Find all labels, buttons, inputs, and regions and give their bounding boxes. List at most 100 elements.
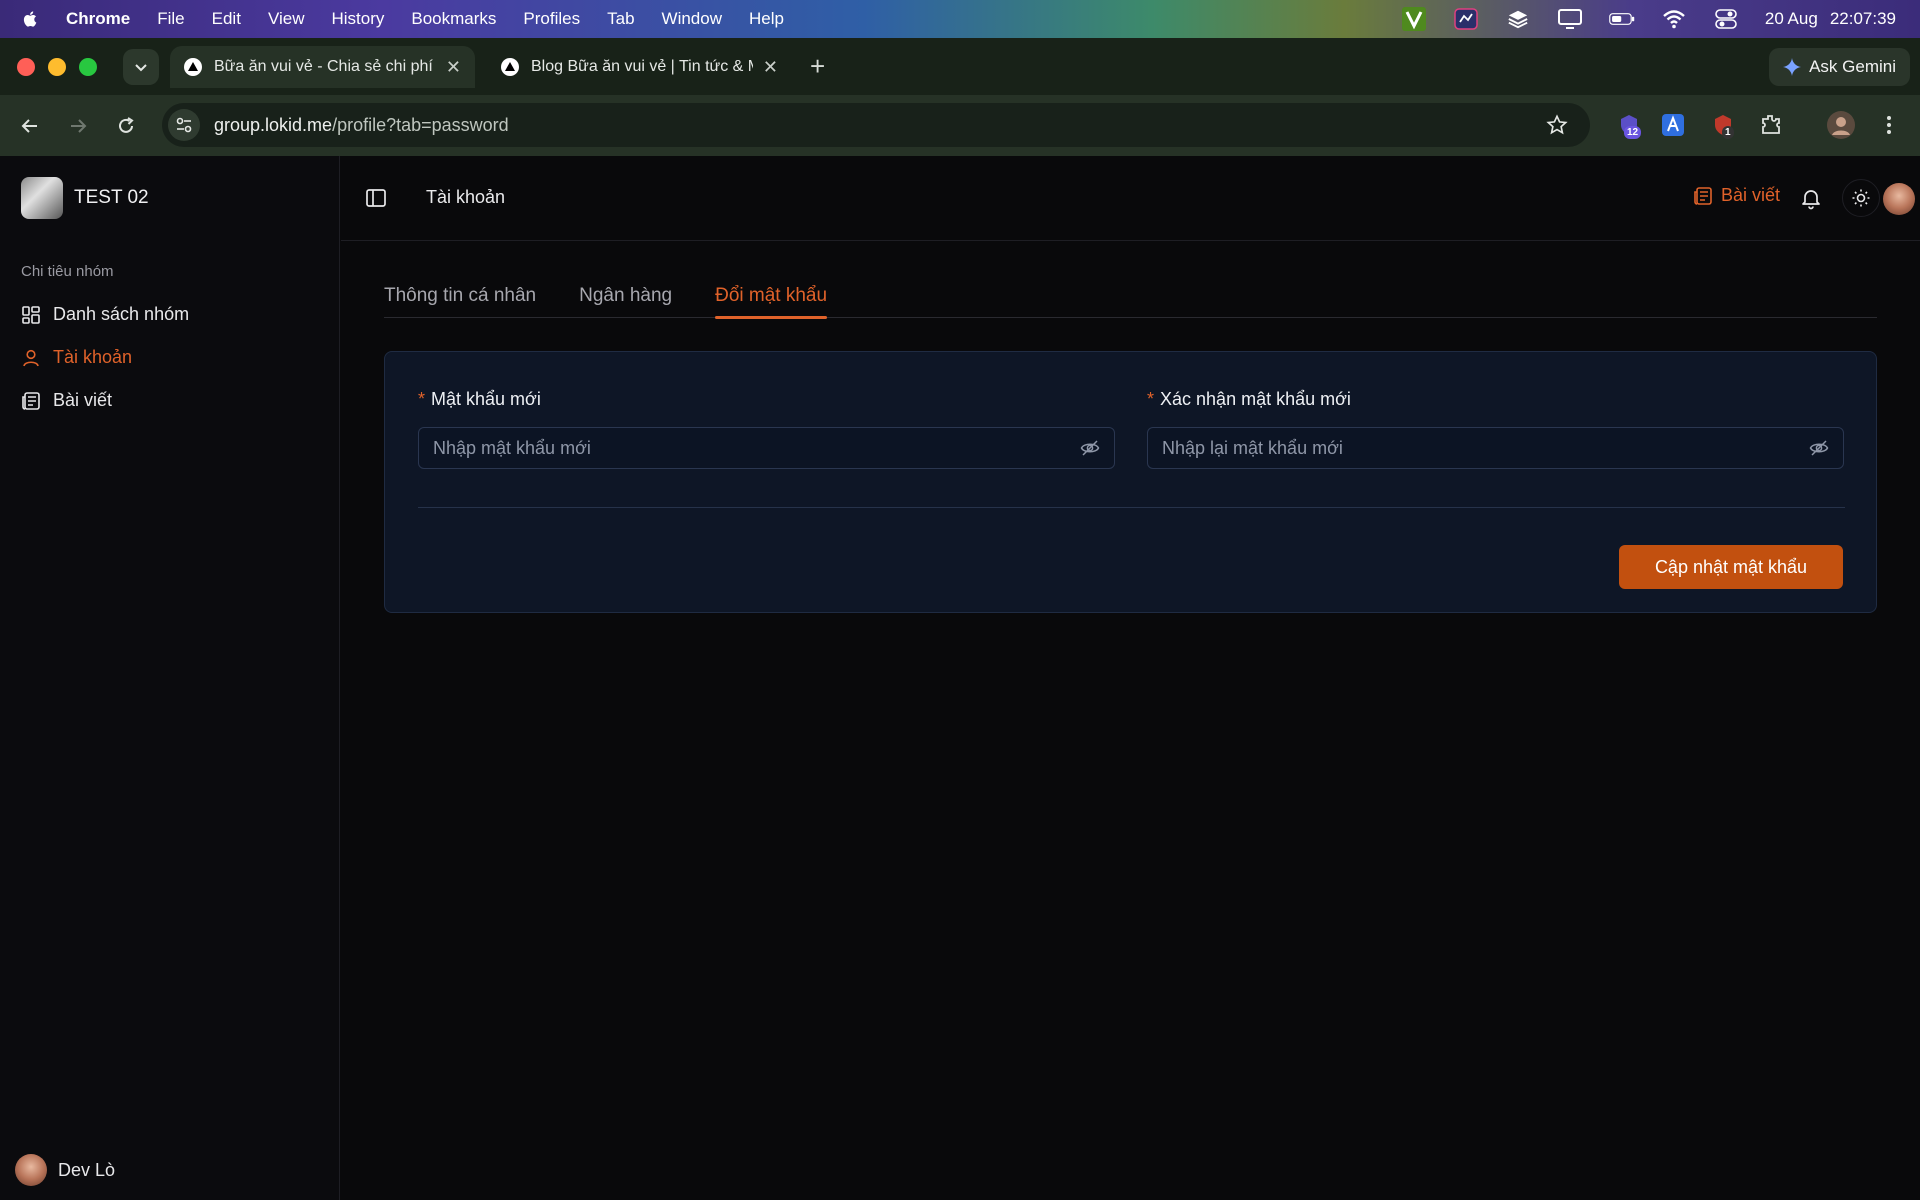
confirm-password-label-text: Xác nhận mật khẩu mới bbox=[1160, 389, 1351, 409]
layers-icon[interactable] bbox=[1505, 8, 1531, 30]
sun-icon bbox=[1852, 189, 1870, 207]
confirm-password-input-wrap bbox=[1147, 427, 1844, 469]
change-password-card: * Mật khẩu mới * Xác nhận mật khẩu mới Cập… bbox=[384, 351, 1877, 613]
menu-file[interactable]: File bbox=[157, 9, 184, 29]
tab-bank[interactable]: Ngân hàng bbox=[579, 276, 672, 318]
reload-icon bbox=[119, 117, 134, 133]
menubar-tray: 20 Aug 22:07:39 bbox=[1401, 0, 1896, 38]
browser-tab-title: Blog Bữa ăn vui vẻ | Tin tức & Mẹo bbox=[531, 58, 753, 75]
reload-button[interactable] bbox=[111, 111, 141, 141]
macos-menubar: Chrome File Edit View History Bookmarks … bbox=[0, 0, 1920, 38]
extensions-menu-button[interactable] bbox=[1756, 110, 1786, 140]
url-text: group.lokid.me/profile?tab=password bbox=[214, 115, 509, 136]
header-avatar[interactable] bbox=[1883, 183, 1915, 215]
sidebar-nav: Danh sách nhóm Tài khoản Bài viết bbox=[21, 293, 321, 422]
new-tab-plus-icon[interactable]: + bbox=[810, 51, 825, 82]
translate-a-icon bbox=[1662, 114, 1684, 136]
profile-avatar-button[interactable] bbox=[1826, 110, 1856, 140]
forward-button[interactable] bbox=[63, 111, 93, 141]
extension-badge: 12 bbox=[1624, 126, 1642, 139]
sidebar-item-account[interactable]: Tài khoản bbox=[21, 336, 321, 379]
sidebar-item-label: Bài viết bbox=[53, 390, 113, 410]
sidebar-item-posts[interactable]: Bài viết bbox=[21, 379, 321, 422]
chevron-down-icon bbox=[135, 64, 147, 72]
close-tab-icon[interactable]: ✕ bbox=[446, 57, 461, 78]
minimize-window-button[interactable] bbox=[48, 58, 66, 76]
back-button[interactable] bbox=[15, 111, 45, 141]
avatar bbox=[15, 1154, 47, 1186]
menubar-time[interactable]: 22:07:39 bbox=[1830, 9, 1896, 29]
close-tab-icon[interactable]: ✕ bbox=[763, 57, 778, 78]
browser-menu-button[interactable] bbox=[1874, 110, 1904, 140]
screen-tool-icon[interactable] bbox=[1453, 8, 1479, 30]
update-password-button[interactable]: Cập nhật mật khẩu bbox=[1619, 545, 1843, 589]
tab-strip: Bữa ăn vui vẻ - Chia sẻ chi phí ✕ Blog B… bbox=[0, 38, 1920, 95]
kebab-menu-icon bbox=[1887, 116, 1891, 134]
url-host: group.lokid.me bbox=[214, 114, 333, 135]
control-center-icon[interactable] bbox=[1713, 8, 1739, 30]
bookmark-star-icon[interactable] bbox=[1546, 114, 1568, 136]
zoom-window-button[interactable] bbox=[79, 58, 97, 76]
menu-profiles[interactable]: Profiles bbox=[523, 9, 580, 29]
site-info-button[interactable] bbox=[168, 109, 200, 141]
address-bar[interactable]: group.lokid.me/profile?tab=password bbox=[162, 103, 1590, 147]
menu-history[interactable]: History bbox=[331, 9, 384, 29]
sidebar-toggle-icon[interactable] bbox=[365, 187, 387, 209]
brand-name: TEST 02 bbox=[74, 187, 149, 208]
extension-1-button[interactable]: 12 bbox=[1614, 110, 1644, 140]
wifi-icon[interactable] bbox=[1661, 8, 1687, 30]
new-password-input-wrap bbox=[418, 427, 1115, 469]
url-path: /profile?tab=password bbox=[332, 114, 509, 135]
eye-off-icon[interactable] bbox=[1080, 438, 1100, 458]
dashboard-grid-icon bbox=[22, 305, 40, 324]
required-mark: * bbox=[418, 389, 426, 409]
tune-icon bbox=[176, 117, 192, 133]
sidebar-user[interactable]: Dev Lò bbox=[15, 1154, 115, 1186]
bell-icon[interactable] bbox=[1799, 186, 1823, 210]
browser-tab-2[interactable]: Blog Bữa ăn vui vẻ | Tin tức & Mẹo ✕ bbox=[487, 46, 792, 88]
profile-avatar-icon bbox=[1827, 111, 1855, 139]
ask-gemini-button[interactable]: Ask Gemini bbox=[1769, 48, 1910, 86]
web-app: TEST 02 Chi tiêu nhóm Danh sách nhóm Tài… bbox=[0, 156, 1920, 1200]
v-app-icon[interactable] bbox=[1401, 7, 1427, 31]
brand-logo bbox=[21, 177, 63, 219]
user-icon bbox=[23, 349, 39, 366]
confirm-password-input[interactable] bbox=[1162, 437, 1809, 459]
extension-2-button[interactable] bbox=[1658, 110, 1688, 140]
browser-tab-title: Bữa ăn vui vẻ - Chia sẻ chi phí bbox=[214, 58, 433, 75]
tab-change-password[interactable]: Đổi mật khẩu bbox=[715, 276, 827, 319]
arrow-right-icon bbox=[71, 119, 87, 133]
browser-tab-1[interactable]: Bữa ăn vui vẻ - Chia sẻ chi phí ✕ bbox=[170, 46, 475, 88]
sidebar-item-label: Tài khoản bbox=[53, 347, 133, 367]
menu-edit[interactable]: Edit bbox=[212, 9, 241, 29]
tab-personal-info[interactable]: Thông tin cá nhân bbox=[384, 276, 536, 318]
new-password-field-group: * Mật khẩu mới bbox=[418, 389, 1115, 469]
profile-tabs: Thông tin cá nhân Ngân hàng Đổi mật khẩu bbox=[384, 276, 1877, 319]
page-header: Tài khoản Bài viết bbox=[341, 156, 1920, 241]
header-posts-link[interactable]: Bài viết bbox=[1693, 185, 1780, 206]
gemini-sparkle-icon bbox=[1783, 58, 1802, 76]
sidebar-item-groups[interactable]: Danh sách nhóm bbox=[21, 293, 321, 336]
eye-off-icon[interactable] bbox=[1809, 438, 1829, 458]
extension-3-button[interactable]: 1 bbox=[1708, 110, 1738, 140]
theme-toggle-button[interactable] bbox=[1842, 179, 1880, 217]
menu-window[interactable]: Window bbox=[662, 9, 722, 29]
sidebar-group-label: Chi tiêu nhóm bbox=[21, 263, 114, 280]
battery-icon[interactable] bbox=[1609, 8, 1635, 30]
menu-tab[interactable]: Tab bbox=[607, 9, 634, 29]
menubar-date[interactable]: 20 Aug bbox=[1765, 9, 1818, 29]
confirm-password-field-group: * Xác nhận mật khẩu mới bbox=[1147, 389, 1844, 469]
tab-search-button[interactable] bbox=[123, 49, 159, 85]
new-password-label: * Mật khẩu mới bbox=[418, 389, 1115, 413]
display-icon[interactable] bbox=[1557, 8, 1583, 30]
menu-help[interactable]: Help bbox=[749, 9, 784, 29]
close-window-button[interactable] bbox=[17, 58, 35, 76]
menu-app-name[interactable]: Chrome bbox=[66, 9, 130, 29]
user-name: Dev Lò bbox=[58, 1159, 116, 1180]
menu-view[interactable]: View bbox=[268, 9, 305, 29]
new-password-input[interactable] bbox=[433, 437, 1080, 459]
apple-icon[interactable] bbox=[22, 9, 40, 29]
main-content: Tài khoản Bài viết Thông tin cá nhân Ngâ… bbox=[341, 156, 1920, 1200]
menu-bookmarks[interactable]: Bookmarks bbox=[411, 9, 496, 29]
brand[interactable]: TEST 02 bbox=[21, 177, 149, 219]
